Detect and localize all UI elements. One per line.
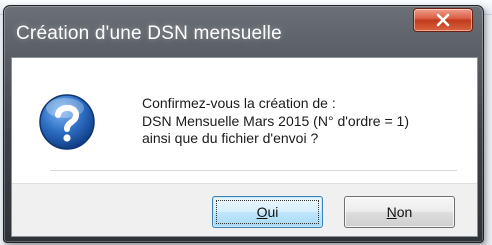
button-bar: Oui Non [12, 170, 477, 236]
close-icon [436, 13, 450, 27]
message-line: DSN Mensuelle Mars 2015 (N° d'ordre = 1) [142, 112, 409, 129]
dialog-window: Création d'une DSN mensuelle Confirmez-v… [3, 5, 484, 243]
separator-line [50, 170, 457, 171]
title-bar[interactable]: Création d'une DSN mensuelle [4, 6, 483, 55]
dialog-content: Confirmez-vous la création de : DSN Mens… [11, 57, 478, 237]
oui-mnemonic: O [256, 204, 268, 220]
oui-button[interactable]: Oui [212, 196, 323, 228]
message-line: Confirmez-vous la création de : [142, 95, 336, 111]
dialog-message: Confirmez-vous la création de : DSN Mens… [142, 95, 409, 148]
message-line: ainsi que du fichier d'envoi ? [142, 130, 319, 146]
close-button[interactable] [413, 8, 473, 32]
non-mnemonic: N [386, 204, 397, 220]
non-label-rest: on [396, 204, 413, 220]
non-button[interactable]: Non [344, 196, 455, 228]
oui-label-rest: ui [267, 204, 279, 220]
dialog-title: Création d'une DSN mensuelle [16, 23, 282, 44]
question-icon [39, 94, 95, 150]
